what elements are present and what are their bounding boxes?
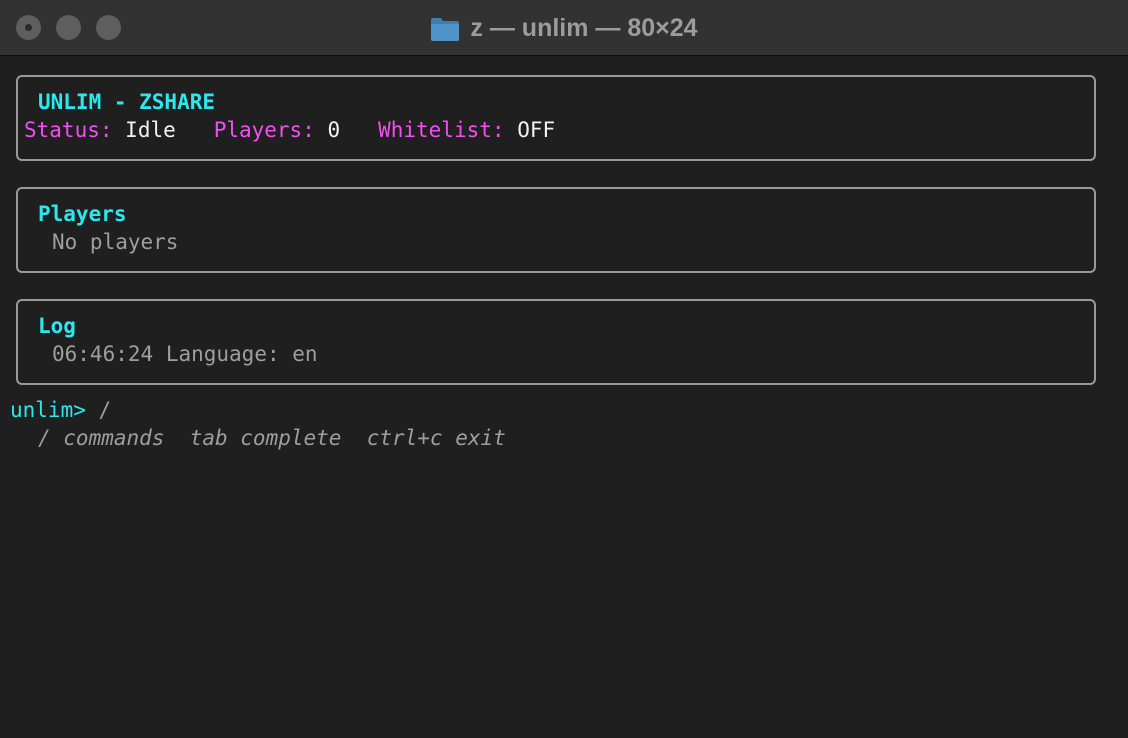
players-count: 0 xyxy=(327,118,341,142)
log-entry-message: Language: en xyxy=(165,342,318,366)
players-label: Players: xyxy=(213,118,315,142)
players-empty-text: No players xyxy=(52,230,179,254)
status-value: Idle xyxy=(125,118,176,142)
command-input[interactable]: / xyxy=(99,398,112,422)
app-title: UNLIM - ZSHARE xyxy=(38,90,216,114)
status-line: Status: Idle Players: 0 Whitelist: OFF xyxy=(24,117,555,143)
window-title-area: z — unlim — 80×24 xyxy=(0,0,1128,56)
folder-icon xyxy=(430,16,460,41)
command-hint: / commands tab complete ctrl+c exit xyxy=(38,426,506,450)
log-entry-time: 06:46:24 xyxy=(52,342,154,366)
terminal-window: z — unlim — 80×24 UNLIM - ZSHARE Status:… xyxy=(0,0,1128,738)
title-bar[interactable]: z — unlim — 80×24 xyxy=(0,0,1128,56)
whitelist-label: Whitelist: xyxy=(378,118,505,142)
players-panel-title: Players xyxy=(38,202,127,226)
terminal-content[interactable]: UNLIM - ZSHARE Status: Idle Players: 0 W… xyxy=(0,57,1128,738)
log-entry: 06:46:24 Language: en xyxy=(52,341,318,367)
command-prompt[interactable]: unlim> / xyxy=(10,397,111,423)
prompt-label: unlim> xyxy=(10,398,86,422)
log-panel-title: Log xyxy=(38,314,76,338)
whitelist-value: OFF xyxy=(517,118,556,142)
status-label: Status: xyxy=(24,118,113,142)
window-title: z — unlim — 80×24 xyxy=(470,13,698,42)
